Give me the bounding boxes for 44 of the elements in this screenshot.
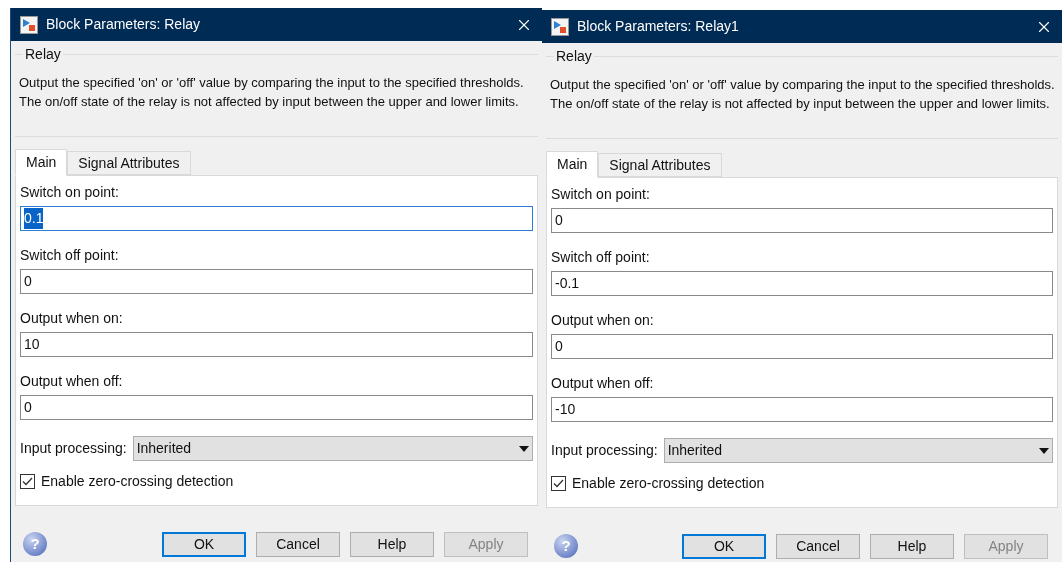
field-label: Output when off: <box>20 372 124 391</box>
input-field[interactable]: 0 <box>551 334 1053 359</box>
caret-icon <box>1039 447 1049 454</box>
input-field[interactable]: 0 <box>20 395 533 420</box>
group-title: Relay <box>554 47 594 65</box>
window-title: Block Parameters: Relay <box>46 15 202 34</box>
tab[interactable]: Main <box>546 151 599 178</box>
dialog-button[interactable]: OK <box>162 532 246 557</box>
field-label: Output when off: <box>551 374 655 393</box>
checkbox[interactable] <box>20 474 35 489</box>
dropdown[interactable]: Inherited <box>663 438 1053 463</box>
input-field[interactable]: 10 <box>20 332 533 357</box>
field-label: Output when on: <box>551 311 655 330</box>
checkbox-label: Enable zero-crossing detection <box>572 474 765 493</box>
input-field[interactable]: 0 <box>551 208 1053 233</box>
dropdown[interactable]: Inherited <box>132 436 533 461</box>
block-icon <box>20 15 38 34</box>
window-title: Block Parameters: Relay1 <box>577 17 740 36</box>
field-label: Output when on: <box>20 309 124 328</box>
dialog-button[interactable]: Cancel <box>776 534 860 559</box>
tab[interactable]: Main <box>15 149 68 176</box>
dialog-button[interactable]: Cancel <box>256 532 340 557</box>
field-label: Input processing: <box>551 441 658 460</box>
description-text: Output the specified 'on' or 'off' value by comparing the input to the specified thresholds. The on/off state of the relay is not affected by input between the upper and lower limits. <box>18 74 525 111</box>
field-label: Switch off point: <box>20 246 120 265</box>
group-title: Relay <box>23 45 63 63</box>
tab[interactable]: Signal Attributes <box>67 151 191 175</box>
field-label: Switch on point: <box>20 183 120 202</box>
dialog-button[interactable]: Help <box>870 534 954 559</box>
checkbox-label: Enable zero-crossing detection <box>41 472 234 491</box>
checkbox[interactable] <box>551 476 566 491</box>
dialog-button[interactable]: OK <box>682 534 766 559</box>
field-label: Switch on point: <box>551 185 651 204</box>
input-field[interactable]: -10 <box>551 397 1053 422</box>
dialog-button[interactable]: Help <box>350 532 434 557</box>
input-field[interactable]: 0 <box>20 269 533 294</box>
input-field[interactable]: -0.1 <box>551 271 1053 296</box>
caret-icon <box>519 445 529 452</box>
tab[interactable]: Signal Attributes <box>598 153 722 177</box>
description-text: Output the specified 'on' or 'off' value by comparing the input to the specified thresholds. The on/off state of the relay is not affected by input between the upper and lower limits. <box>549 76 1056 113</box>
block-icon <box>551 17 569 36</box>
input-field[interactable]: 0.1 <box>20 206 533 231</box>
field-label: Switch off point: <box>551 248 651 267</box>
field-label: Input processing: <box>20 439 127 458</box>
